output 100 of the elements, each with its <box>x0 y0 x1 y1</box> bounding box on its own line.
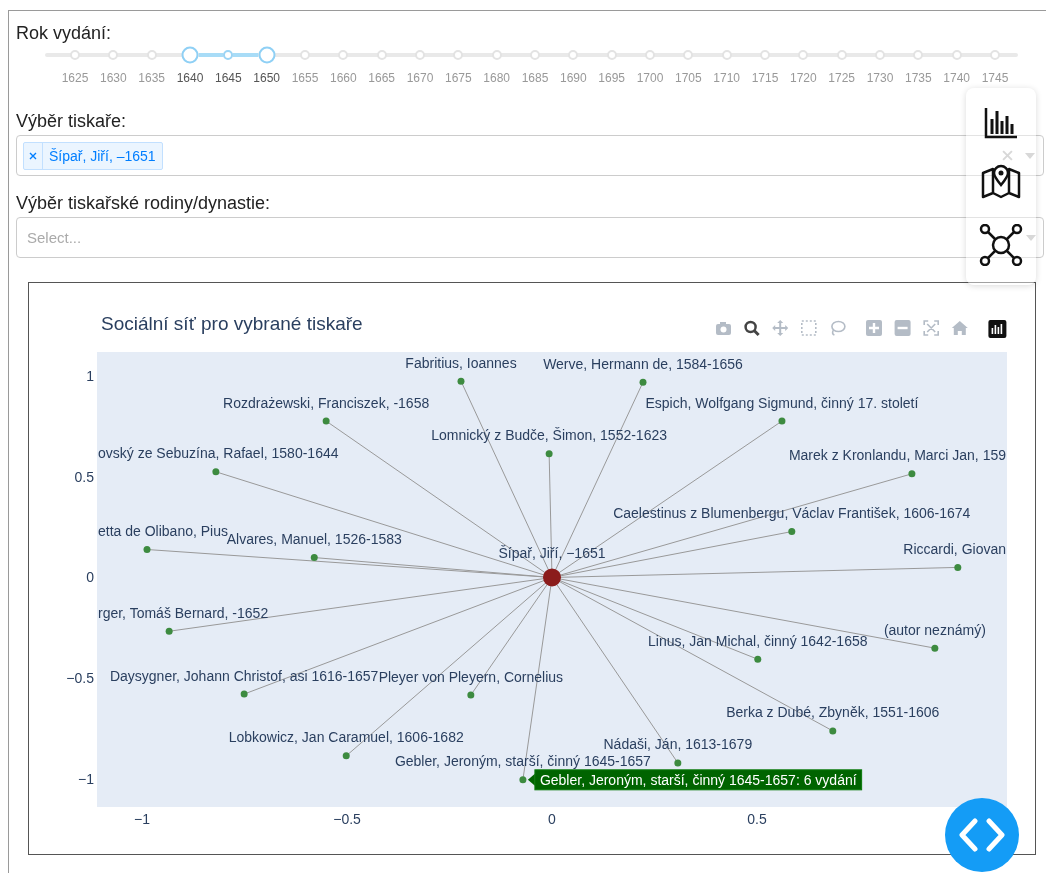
node-point[interactable] <box>143 546 151 553</box>
axis-tick-label: 1 <box>86 368 94 385</box>
axis-tick-label: −1 <box>78 770 94 787</box>
node-label: Caelestinus z Blumenbergu, Václav František, 1606-1674 <box>613 505 971 522</box>
field-label: Rok vydání: <box>16 22 112 45</box>
slider-dot[interactable] <box>376 50 387 60</box>
axis-tick-label: 0.5 <box>747 811 767 827</box>
slider-dot[interactable] <box>990 50 1000 60</box>
zoom-out-icon[interactable] <box>894 320 911 336</box>
caret-icon[interactable] <box>1025 152 1035 159</box>
node-point[interactable] <box>212 468 220 476</box>
box-select-icon[interactable] <box>801 320 817 336</box>
node-point[interactable] <box>778 417 786 425</box>
slider-range-segment <box>199 53 224 57</box>
slider-dot[interactable] <box>338 50 349 60</box>
multi-select-field[interactable]: Šípař, Jiří, –1651 <box>16 135 1044 176</box>
node-label: Espich, Wolfgang Sigmund, činný 17. století <box>645 394 919 411</box>
slider-mark-label: 1695 <box>598 71 625 85</box>
slider-mark-label: 1730 <box>866 71 894 85</box>
node-label: Marek z Kronlandu, Marci Jan, 159 <box>788 447 1006 464</box>
slider-dot[interactable] <box>453 50 464 60</box>
slider-mark-label: 1680 <box>483 71 510 85</box>
slider-handle[interactable] <box>181 46 199 64</box>
slider-mark-label: 1685 <box>521 71 549 85</box>
node-point[interactable] <box>240 690 248 698</box>
slider-dot[interactable] <box>300 50 310 60</box>
lasso-icon[interactable] <box>831 320 846 336</box>
slider-dot[interactable] <box>530 50 540 60</box>
slider-dot[interactable] <box>70 50 80 60</box>
node-point[interactable] <box>545 450 553 458</box>
slider-dot[interactable] <box>798 50 809 60</box>
slider-dot[interactable] <box>836 50 847 60</box>
node-point[interactable] <box>639 378 647 386</box>
slider-dot[interactable] <box>721 50 732 60</box>
node-point[interactable] <box>322 417 330 425</box>
bar-chart-logo-icon[interactable] <box>988 320 1007 338</box>
node-point[interactable] <box>457 377 465 385</box>
slider-dot[interactable] <box>875 50 885 60</box>
node-point[interactable] <box>519 776 527 784</box>
home-icon[interactable] <box>951 321 968 335</box>
field-label: Výběr tiskařské rodiny/dynastie: <box>16 192 271 215</box>
annotation: Gebler, Jeroným, starší, činný 1645-1657: 6 vydání <box>539 771 857 788</box>
clear-icon[interactable] <box>1002 150 1013 161</box>
node-point[interactable] <box>165 627 173 635</box>
slider-dot[interactable] <box>415 50 425 60</box>
node-point[interactable] <box>467 691 475 699</box>
slider-mark-label: 1650 <box>253 71 280 85</box>
node-point[interactable] <box>543 568 561 587</box>
node-label: etta de Olibano, Pius <box>98 523 228 539</box>
node-label: Fabritius, Ioannes <box>405 354 517 371</box>
node-point[interactable] <box>788 528 796 536</box>
slider-mark-label: 1715 <box>751 71 779 85</box>
slider-dot[interactable] <box>913 50 924 60</box>
slider-dot[interactable] <box>760 50 770 60</box>
node-point[interactable] <box>954 563 962 571</box>
node-label: Linus, Jan Michal, činný 1642-1658 <box>648 632 868 649</box>
slider-dot[interactable] <box>223 50 234 60</box>
slider-mark-label: 1635 <box>138 71 165 85</box>
node-point[interactable] <box>908 470 916 478</box>
node-label: (autor neznámý) <box>883 621 986 638</box>
slider-dot[interactable] <box>146 50 157 60</box>
network-icon[interactable] <box>979 223 1023 266</box>
slider-dot[interactable] <box>645 50 655 60</box>
slider-dot[interactable] <box>108 50 119 60</box>
slider-mark-label: 1625 <box>61 71 89 85</box>
node-point[interactable] <box>754 655 762 663</box>
slider-dot[interactable] <box>683 50 694 60</box>
slider-mark-label: 1630 <box>100 71 127 85</box>
node-point[interactable] <box>931 644 939 652</box>
node-point[interactable] <box>829 727 837 735</box>
slider-mark-label: 1640 <box>176 71 204 85</box>
slider-mark-label: 1700 <box>636 71 664 85</box>
slider-dot[interactable] <box>491 50 502 60</box>
select-field[interactable]: Select... <box>16 217 1044 258</box>
slider-range-segment <box>233 53 258 57</box>
slider-mark-label: 1665 <box>368 71 395 85</box>
node-label: Daysygner, Johann Christof, asi 1616-1657 <box>109 667 379 684</box>
close-icon <box>29 151 37 160</box>
node-label: Alvares, Manuel, 1526-1583 <box>226 531 402 548</box>
caret-icon[interactable] <box>1026 235 1036 241</box>
node-label: Nádaši, Ján, 1613-1679 <box>603 736 753 753</box>
slider-handle[interactable] <box>258 46 276 64</box>
node-label: Lobkowicz, Jan Caramuel, 1606-1682 <box>228 729 464 746</box>
node-point[interactable] <box>674 759 682 767</box>
zoom-icon[interactable] <box>744 320 760 337</box>
node-point[interactable] <box>342 752 350 760</box>
zoom-in-icon[interactable] <box>866 320 882 336</box>
slider-mark-label: 1710 <box>713 71 740 85</box>
axis-tick-label: 0.5 <box>74 468 94 485</box>
node-point[interactable] <box>310 554 318 562</box>
node-label: Berka z Dubé, Zbyněk, 1551-1606 <box>726 704 940 721</box>
autoscale-icon[interactable] <box>923 320 939 336</box>
move-icon[interactable] <box>772 320 789 336</box>
slider-dot[interactable] <box>951 50 962 60</box>
slider-dot[interactable] <box>606 50 617 60</box>
slider-dot[interactable] <box>568 50 579 60</box>
camera-icon[interactable] <box>716 322 731 335</box>
node-label: Pleyer von Pleyern, Cornelius <box>378 668 564 685</box>
node-label: Rozdrażewski, Franciszek, -1658 <box>223 394 430 411</box>
bar-chart-icon[interactable] <box>984 107 1018 140</box>
